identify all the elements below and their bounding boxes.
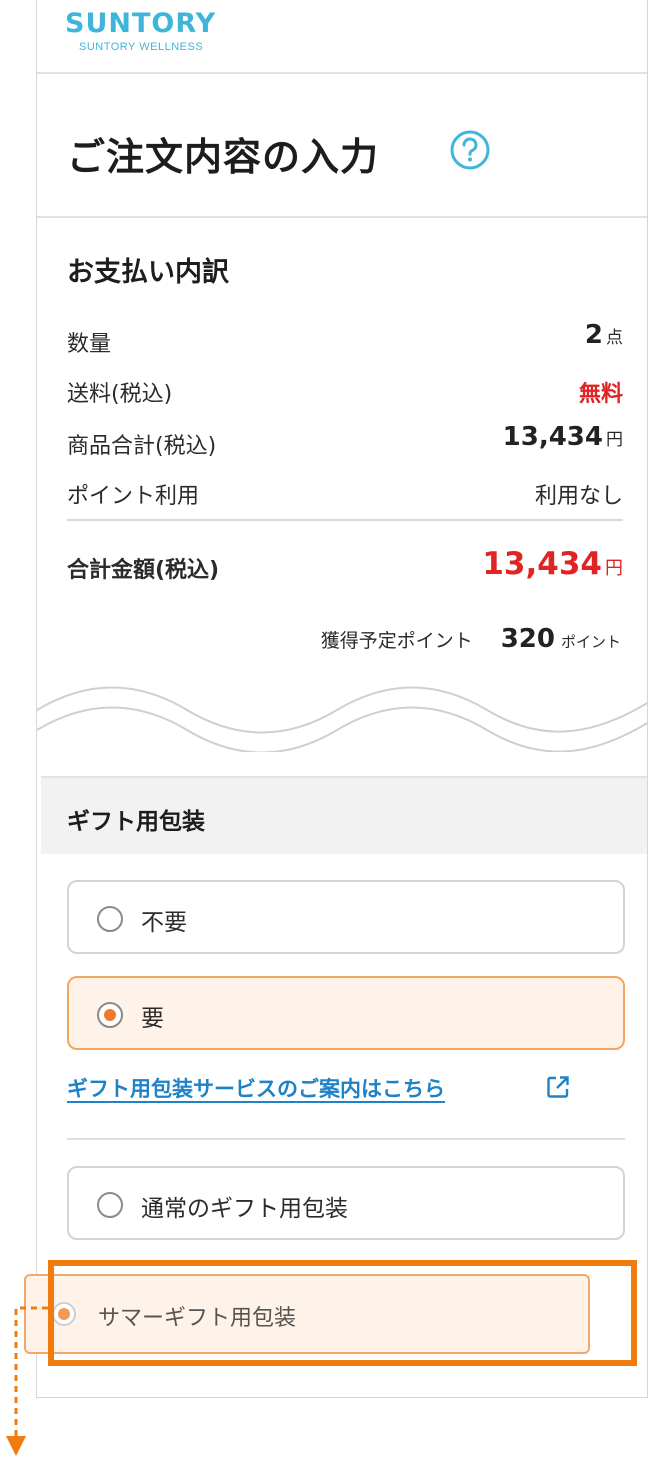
radio-button[interactable] [97, 1192, 123, 1218]
earned-points-value: 320 [500, 624, 555, 654]
gift-wrap-required-option[interactable]: 要 [67, 976, 625, 1050]
gift-wrap-none-option[interactable]: 不要 [67, 880, 625, 954]
option-label: 要 [141, 1006, 164, 1032]
page-title: ご注文内容の入力 [67, 135, 380, 179]
earned-points: 獲得予定ポイント 320 ポイント [321, 624, 621, 654]
option-label: 不要 [141, 910, 187, 936]
shipping-label: 送料(税込) [67, 382, 173, 407]
gift-type-divider [67, 1138, 625, 1140]
external-link-icon[interactable] [545, 1074, 571, 1100]
question-circle-icon[interactable] [449, 129, 491, 171]
points-usage-label: ポイント利用 [67, 484, 200, 509]
earned-points-label: 獲得予定ポイント [320, 630, 473, 652]
quantity-value: 2 [584, 320, 603, 350]
subtotal-row: 商品合計(税込) 13,434 円 [67, 422, 623, 462]
points-usage-value: 利用なし [534, 484, 623, 509]
dotted-arrow-down-icon [6, 1306, 48, 1456]
subtotal-value: 13,434 [502, 422, 603, 452]
shipping-row: 送料(税込) 無料 [67, 370, 623, 410]
header: SUNTORY SUNTORY WELLNESS [37, 0, 647, 74]
total-label: 合計金額(税込) [67, 558, 220, 583]
points-usage-row: ポイント利用 利用なし [67, 472, 623, 512]
radio-button[interactable] [97, 906, 123, 932]
subtotal-unit: 円 [606, 430, 623, 450]
quantity-unit: 点 [606, 328, 623, 348]
total-value: 13,434 [482, 546, 602, 582]
total-row: 合計金額(税込) 13,434 円 [67, 546, 623, 586]
gift-wrap-section-header: ギフト用包装 [41, 776, 647, 854]
total-unit: 円 [605, 558, 623, 579]
summary-divider [67, 519, 623, 521]
gift-wrap-title: ギフト用包装 [67, 809, 205, 835]
quantity-label: 数量 [67, 332, 112, 357]
order-panel: SUNTORY SUNTORY WELLNESS ご注文内容の入力 お支払い内訳… [36, 0, 648, 1398]
regular-gift-wrap-option[interactable]: 通常のギフト用包装 [67, 1166, 625, 1240]
earned-points-unit: ポイント [560, 633, 621, 651]
highlight-frame [48, 1260, 637, 1366]
shipping-value: 無料 [578, 382, 623, 407]
subtotal-label: 商品合計(税込) [67, 434, 217, 459]
option-label: 通常のギフト用包装 [141, 1196, 348, 1222]
wavy-divider [37, 686, 647, 752]
quantity-row: 数量 2点 [67, 320, 623, 360]
payment-summary-title: お支払い内訳 [67, 257, 229, 288]
brand-logo[interactable]: SUNTORY [65, 8, 216, 39]
title-section: ご注文内容の入力 [37, 76, 647, 218]
brand-sub-logo: SUNTORY WELLNESS [79, 41, 204, 53]
radio-button-selected[interactable] [97, 1002, 123, 1028]
gift-wrap-info-link[interactable]: ギフト用包装サービスのご案内はこちら [67, 1073, 445, 1103]
